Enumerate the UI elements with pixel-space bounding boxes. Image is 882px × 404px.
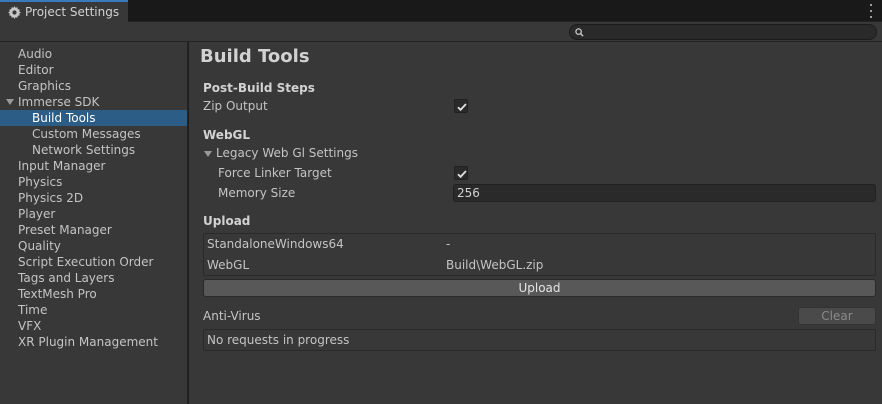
sidebar-item-vfx[interactable]: VFX xyxy=(0,318,187,334)
sidebar-item-xr-plugin-management[interactable]: XR Plugin Management xyxy=(0,334,187,350)
webgl-header: WebGL xyxy=(203,128,251,142)
tab-title: Project Settings xyxy=(25,5,120,19)
search-icon xyxy=(575,28,584,37)
anti-virus-label: Anti-Virus xyxy=(203,309,261,323)
checkmark-icon xyxy=(457,170,467,179)
sidebar-item-audio[interactable]: Audio xyxy=(0,46,187,62)
upload-path: Build\WebGL.zip xyxy=(446,258,544,272)
settings-panel: Build Tools Post-Build Steps Zip Output … xyxy=(189,42,882,404)
gear-icon xyxy=(8,5,21,19)
sidebar-item-immerse-sdk[interactable]: Immerse SDK xyxy=(0,94,187,110)
expand-triangle-icon[interactable] xyxy=(6,99,14,105)
sidebar-item-input-manager[interactable]: Input Manager xyxy=(0,158,187,174)
search-input[interactable] xyxy=(569,24,877,40)
memory-size-label: Memory Size xyxy=(218,186,296,200)
sidebar-item-custom-messages[interactable]: Custom Messages xyxy=(0,126,187,142)
anti-virus-status: No requests in progress xyxy=(203,329,876,351)
clear-button[interactable]: Clear xyxy=(798,307,876,325)
foldout-triangle-icon[interactable] xyxy=(204,151,212,157)
sidebar-item-player[interactable]: Player xyxy=(0,206,187,222)
list-item: StandaloneWindows64 - xyxy=(204,234,875,254)
checkmark-icon xyxy=(457,103,467,112)
toolbar xyxy=(0,22,882,42)
sidebar-item-textmesh-pro[interactable]: TextMesh Pro xyxy=(0,286,187,302)
tab-bar: Project Settings xyxy=(0,0,882,22)
list-item: WebGL Build\WebGL.zip xyxy=(204,255,875,275)
sidebar-item-physics-2d[interactable]: Physics 2D xyxy=(0,190,187,206)
upload-list: StandaloneWindows64 - WebGL Build\WebGL.… xyxy=(203,233,876,276)
zip-output-label: Zip Output xyxy=(203,99,268,113)
memory-size-field[interactable]: 256 xyxy=(453,184,876,202)
settings-sidebar: Audio Editor Graphics Immerse SDK Build … xyxy=(0,42,188,404)
sidebar-item-network-settings[interactable]: Network Settings xyxy=(0,142,187,158)
upload-header: Upload xyxy=(203,214,251,228)
force-linker-checkbox[interactable] xyxy=(454,166,468,180)
sidebar-item-graphics[interactable]: Graphics xyxy=(0,78,187,94)
sidebar-item-tags-and-layers[interactable]: Tags and Layers xyxy=(0,270,187,286)
sidebar-item-preset-manager[interactable]: Preset Manager xyxy=(0,222,187,238)
tab-project-settings[interactable]: Project Settings xyxy=(0,0,128,22)
kebab-menu-icon[interactable] xyxy=(868,4,874,18)
upload-path: - xyxy=(446,237,451,251)
post-build-header: Post-Build Steps xyxy=(203,81,315,95)
sidebar-item-script-execution-order[interactable]: Script Execution Order xyxy=(0,254,187,270)
upload-platform: StandaloneWindows64 xyxy=(207,237,344,251)
page-title: Build Tools xyxy=(200,46,310,67)
force-linker-label: Force Linker Target xyxy=(218,166,332,180)
sidebar-item-build-tools[interactable]: Build Tools xyxy=(0,110,187,126)
sidebar-item-editor[interactable]: Editor xyxy=(0,62,187,78)
zip-output-checkbox[interactable] xyxy=(454,99,468,113)
upload-button[interactable]: Upload xyxy=(203,279,876,297)
sidebar-item-time[interactable]: Time xyxy=(0,302,187,318)
sidebar-item-physics[interactable]: Physics xyxy=(0,174,187,190)
legacy-webgl-foldout[interactable]: Legacy Web Gl Settings xyxy=(216,146,358,160)
sidebar-item-quality[interactable]: Quality xyxy=(0,238,187,254)
upload-platform: WebGL xyxy=(207,258,250,272)
